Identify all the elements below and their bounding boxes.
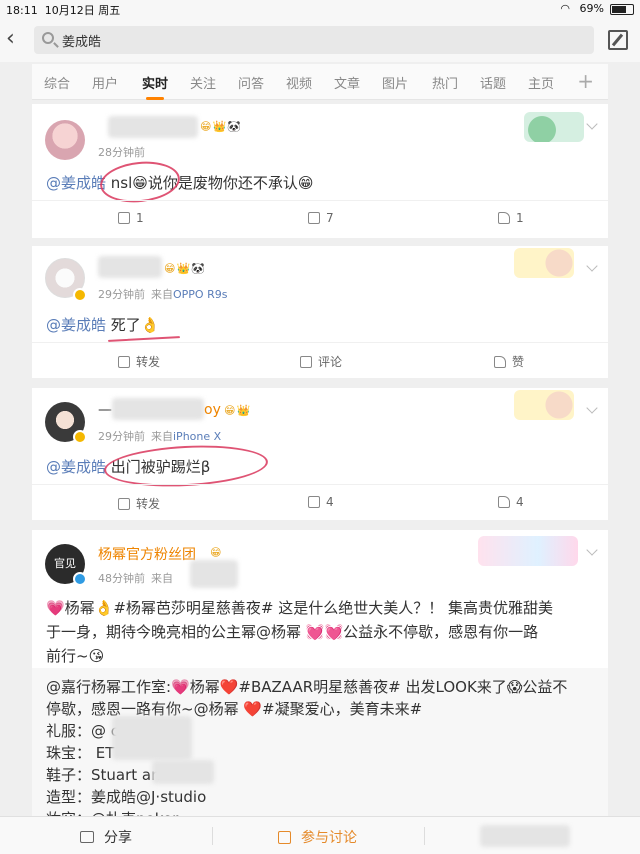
add-tab-icon[interactable]: +	[577, 69, 594, 93]
repost-icon	[118, 498, 130, 510]
username[interactable]: 杨幂官方粉丝团	[98, 544, 196, 564]
search-input[interactable]: 姜成皓	[34, 26, 594, 54]
post-text: @姜成皓 nsl😁说你是废物你还不承认😁	[46, 174, 314, 192]
user-badges: 😁👑🐼	[164, 262, 206, 275]
like-button[interactable]: 1	[498, 211, 524, 225]
card-decoration	[514, 390, 574, 420]
status-time: 18:11 10月12日 周五	[6, 4, 121, 17]
repost-button[interactable]: 转发	[118, 353, 160, 370]
mention-link[interactable]: @姜成皓	[46, 174, 106, 192]
card-decoration	[514, 248, 574, 278]
tab-qa[interactable]: 问答	[238, 73, 264, 92]
post-meta: 29分钟前 来自OPPO R9s	[98, 288, 228, 301]
blurred-text	[112, 716, 192, 760]
like-button[interactable]: 4	[498, 495, 524, 509]
discuss-button[interactable]: 参与讨论	[278, 827, 357, 847]
post-card[interactable]: 😁👑🐼 29分钟前 来自OPPO R9s @姜成皓 死了👌 转发 评论 赞	[32, 246, 608, 378]
repost-line: 造型：姜成皓@J·studio	[46, 788, 207, 806]
comment-icon	[308, 212, 320, 224]
repost-line: 停歇，感恩一路有你~@杨幂 ❤️#凝聚爱心，美育未来#	[46, 700, 423, 718]
post-meta: 48分钟前 来自	[98, 572, 173, 585]
post-card[interactable]: 😁👑🐼 28分钟前 @姜成皓 nsl😁说你是废物你还不承认😁 1 7 1	[32, 104, 608, 238]
verified-badge	[73, 430, 87, 444]
tab-images[interactable]: 图片	[382, 73, 408, 92]
post-actions: 转发 4 4	[32, 484, 608, 520]
username-suffix: oy	[204, 402, 221, 418]
post-text: @姜成皓 死了👌	[46, 316, 160, 334]
thumbs-up-icon	[498, 212, 510, 224]
compose-icon[interactable]	[608, 30, 628, 50]
reposted-content[interactable]: @嘉行杨幂工作室:💗杨幂❤️#BAZAAR明星慈善夜# 出发LOOK来了😱公益不…	[32, 668, 608, 828]
tab-topics[interactable]: 话题	[480, 73, 506, 92]
verified-badge	[73, 572, 87, 586]
comment-button[interactable]: 评论	[300, 353, 342, 370]
chevron-down-icon[interactable]	[586, 260, 598, 272]
battery-percent: 69%	[579, 2, 604, 15]
user-badges: 😁	[210, 546, 223, 559]
tab-comprehensive[interactable]: 综合	[44, 73, 70, 92]
blurred-text	[152, 760, 214, 784]
battery-icon	[610, 4, 634, 15]
divider	[212, 827, 213, 845]
thumbs-up-icon	[494, 356, 506, 368]
search-header: ‹ 姜成皓	[0, 18, 640, 62]
chevron-down-icon[interactable]	[586, 402, 598, 414]
repost-button[interactable]: 转发	[118, 495, 160, 512]
verified-badge	[73, 288, 87, 302]
share-icon	[80, 831, 94, 843]
divider	[424, 827, 425, 845]
like-button[interactable]: 赞	[494, 353, 524, 370]
card-decoration	[478, 536, 578, 566]
share-button[interactable]: 分享	[80, 827, 132, 847]
comment-icon	[308, 496, 320, 508]
tab-realtime[interactable]: 实时	[142, 73, 168, 100]
post-meta: 29分钟前 来自iPhone X	[98, 430, 222, 443]
search-icon	[42, 32, 54, 44]
user-badges: 😁👑🐼	[200, 120, 242, 133]
post-actions: 转发 评论 赞	[32, 342, 608, 378]
blurred-watermark	[480, 825, 570, 847]
annotation-circle	[98, 157, 182, 207]
edit-icon	[278, 831, 291, 844]
tab-articles[interactable]: 文章	[334, 73, 360, 92]
card-decoration	[524, 112, 584, 142]
post-text: 💗杨幂👌#杨幂芭莎明星慈善夜# 这是什么绝世大美人？！ 集高贵优雅甜美 于一身，…	[46, 599, 554, 665]
blurred-username	[98, 256, 162, 278]
tab-video[interactable]: 视频	[286, 73, 312, 92]
bottom-bar: 分享 参与讨论	[0, 816, 640, 854]
search-query: 姜成皓	[62, 35, 102, 50]
thumbs-up-icon	[498, 496, 510, 508]
blurred-username	[112, 398, 204, 420]
post-actions: 1 7 1	[32, 200, 608, 236]
mention-link[interactable]: @姜成皓	[46, 316, 106, 334]
repost-line: 鞋子：Stuart an	[46, 766, 161, 784]
comment-button[interactable]: 7	[308, 211, 334, 225]
post-meta: 28分钟前	[98, 146, 145, 159]
status-bar: 18:11 10月12日 周五 ◠ 69%	[0, 0, 640, 18]
avatar[interactable]	[45, 120, 85, 160]
comment-button[interactable]: 4	[308, 495, 334, 509]
tab-users[interactable]: 用户	[92, 73, 118, 92]
tab-homepage[interactable]: 主页	[528, 73, 554, 92]
repost-line: @嘉行杨幂工作室:💗杨幂❤️#BAZAAR明星慈善夜# 出发LOOK来了😱公益不	[46, 678, 568, 696]
repost-icon	[118, 212, 130, 224]
blurred-username	[108, 116, 198, 138]
chevron-down-icon[interactable]	[586, 118, 598, 130]
filter-tabs: 综合 用户 实时 关注 问答 视频 文章 图片 热门 话题 主页 +	[32, 64, 608, 100]
user-badges: 😁👑	[224, 404, 252, 417]
repost-icon	[118, 356, 130, 368]
repost-line: 珠宝： ET	[46, 744, 115, 762]
wifi-icon: ◠	[560, 2, 570, 15]
chevron-down-icon[interactable]	[586, 544, 598, 556]
comment-icon	[300, 356, 312, 368]
mention-link[interactable]: @姜成皓	[46, 458, 106, 476]
post-card[interactable]: — oy 😁👑 29分钟前 来自iPhone X @姜成皓 出门被驴踢烂β 转发 …	[32, 388, 608, 520]
blurred-source	[190, 560, 238, 588]
annotation-circle	[103, 441, 269, 491]
username-prefix: —	[98, 402, 112, 418]
back-arrow-icon[interactable]: ‹	[6, 27, 26, 51]
tab-following[interactable]: 关注	[190, 73, 216, 92]
repost-button[interactable]: 1	[118, 211, 144, 225]
tab-hot[interactable]: 热门	[432, 73, 458, 92]
